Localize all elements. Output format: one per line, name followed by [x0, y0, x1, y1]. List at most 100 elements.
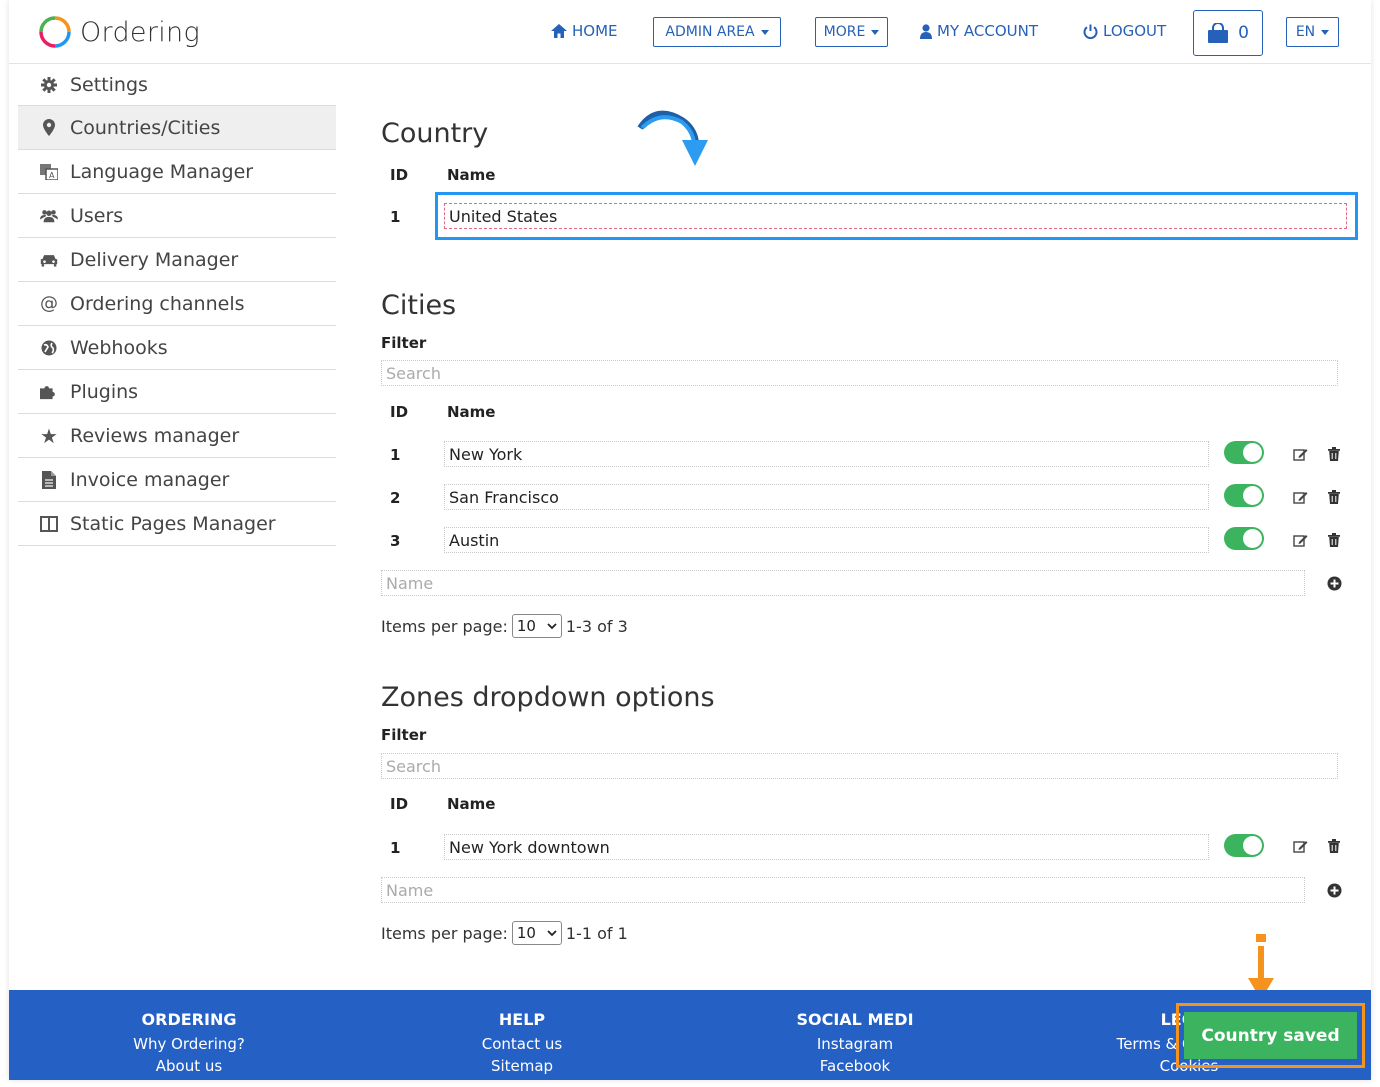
- footer-heading: ORDERING: [141, 1010, 237, 1029]
- sidebar-item-reviews-manager[interactable]: ★ Reviews manager: [18, 414, 336, 458]
- top-navbar: Ordering HOME ADMIN AREA MORE MY ACCOUNT…: [9, 0, 1371, 64]
- edit-icon[interactable]: [1291, 488, 1309, 506]
- city-enabled-toggle[interactable]: [1224, 484, 1264, 507]
- new-zone-name-input[interactable]: Name: [381, 877, 1305, 903]
- trash-icon[interactable]: [1325, 488, 1343, 506]
- nav-more[interactable]: MORE: [815, 17, 888, 47]
- sidebar-item-plugins[interactable]: Plugins: [18, 370, 336, 414]
- city-row-id: 1: [390, 446, 401, 464]
- city-enabled-toggle[interactable]: [1224, 441, 1264, 464]
- cart-count: 0: [1238, 23, 1249, 43]
- country-title: Country: [381, 118, 489, 149]
- sidebar-item-ordering-channels[interactable]: @ Ordering channels: [18, 282, 336, 326]
- sidebar-item-label: Plugins: [70, 380, 139, 403]
- zone-row-id: 1: [390, 839, 401, 857]
- nav-home[interactable]: HOME: [551, 22, 618, 40]
- logo-ring-icon: [39, 16, 71, 48]
- map-marker-icon: [40, 119, 58, 136]
- per-page-select[interactable]: 10: [511, 921, 562, 945]
- add-circle-icon[interactable]: [1325, 881, 1343, 899]
- edit-icon[interactable]: [1291, 445, 1309, 463]
- city-name-input[interactable]: New York: [444, 441, 1209, 467]
- footer-col-help: HELP Contact us Sitemap: [402, 1010, 642, 1077]
- pager-label: Items per page:: [381, 923, 508, 943]
- sidebar-item-language-manager[interactable]: A Language Manager: [18, 150, 336, 194]
- zones-search-input[interactable]: Search: [381, 753, 1338, 779]
- cities-search-input[interactable]: Search: [381, 360, 1338, 386]
- new-city-name-input[interactable]: Name: [381, 570, 1305, 596]
- city-enabled-toggle[interactable]: [1224, 527, 1264, 550]
- car-icon: [40, 252, 58, 268]
- footer-col-social: SOCIAL MEDI Instagram Facebook: [735, 1010, 975, 1077]
- chevron-down-icon: [547, 929, 557, 936]
- sidebar-item-delivery-manager[interactable]: Delivery Manager: [18, 238, 336, 282]
- city-name-input[interactable]: Austin: [444, 527, 1209, 553]
- nav-logout-label: LOGOUT: [1103, 22, 1167, 40]
- city-row-id: 3: [390, 532, 401, 550]
- city-name-input[interactable]: San Francisco: [444, 484, 1209, 510]
- cities-col-id: ID: [390, 403, 409, 421]
- country-col-id: ID: [390, 166, 409, 184]
- footer-link[interactable]: Sitemap: [402, 1055, 642, 1077]
- per-page-select[interactable]: 10: [511, 614, 562, 638]
- trash-icon[interactable]: [1325, 531, 1343, 549]
- logo[interactable]: Ordering: [38, 15, 200, 49]
- sidebar-item-label: Countries/Cities: [70, 116, 221, 139]
- trash-icon[interactable]: [1325, 837, 1343, 855]
- language-label: EN: [1295, 24, 1316, 40]
- sidebar-item-webhooks[interactable]: Webhooks: [18, 326, 336, 370]
- nav-my-account[interactable]: MY ACCOUNT: [920, 22, 1038, 40]
- curved-arrow-icon: [637, 110, 708, 166]
- edit-icon[interactable]: [1291, 531, 1309, 549]
- country-row-id: 1: [390, 208, 401, 226]
- nav-admin-area[interactable]: ADMIN AREA: [653, 17, 781, 47]
- sidebar-item-static-pages-manager[interactable]: Static Pages Manager: [18, 502, 336, 546]
- trash-icon[interactable]: [1325, 445, 1343, 463]
- admin-sidebar: Settings Countries/Cities A Language Man…: [18, 64, 336, 546]
- language-select[interactable]: EN: [1286, 17, 1339, 47]
- footer-link[interactable]: About us: [69, 1055, 309, 1077]
- zone-name-input[interactable]: New York downtown: [444, 834, 1209, 860]
- star-icon: ★: [40, 423, 58, 448]
- per-page-value: 10: [516, 924, 536, 942]
- sidebar-item-label: Delivery Manager: [70, 248, 239, 271]
- footer-heading: HELP: [498, 1010, 546, 1029]
- cities-title: Cities: [381, 290, 457, 321]
- caret-down-icon: [1321, 29, 1330, 35]
- footer: ORDERING Why Ordering? About us HELP Con…: [9, 990, 1371, 1080]
- footer-link[interactable]: Instagram: [735, 1033, 975, 1055]
- zone-enabled-toggle[interactable]: [1224, 834, 1264, 857]
- toast-highlight: Country saved: [1176, 1003, 1365, 1068]
- sidebar-item-label: Static Pages Manager: [70, 512, 276, 535]
- country-name-input[interactable]: United States: [444, 203, 1347, 229]
- svg-text:A: A: [49, 171, 55, 180]
- sidebar-item-invoice-manager[interactable]: Invoice manager: [18, 458, 336, 502]
- sidebar-item-label: Language Manager: [70, 160, 254, 183]
- footer-heading: SOCIAL MEDI: [796, 1010, 914, 1029]
- sidebar-item-users[interactable]: Users: [18, 194, 336, 238]
- cart-button[interactable]: 0: [1193, 10, 1263, 56]
- edit-icon[interactable]: [1291, 837, 1309, 855]
- power-icon: [1083, 24, 1098, 39]
- country-col-name: Name: [447, 166, 496, 184]
- footer-col-ordering: ORDERING Why Ordering? About us: [69, 1010, 309, 1077]
- columns-icon: [40, 515, 58, 532]
- cities-col-name: Name: [447, 403, 496, 421]
- shopping-bag-icon: [1208, 23, 1229, 43]
- gear-icon: [40, 76, 58, 93]
- sidebar-item-label: Ordering channels: [70, 292, 245, 315]
- zones-pager: Items per page: 10 1-1 of 1: [381, 921, 628, 945]
- sidebar-item-label: Invoice manager: [70, 468, 230, 491]
- footer-link[interactable]: Contact us: [402, 1033, 642, 1055]
- app-window: Ordering HOME ADMIN AREA MORE MY ACCOUNT…: [9, 0, 1371, 1080]
- footer-link[interactable]: Facebook: [735, 1055, 975, 1077]
- sidebar-item-settings[interactable]: Settings: [18, 64, 336, 106]
- sidebar-item-countries-cities[interactable]: Countries/Cities: [18, 106, 336, 150]
- add-circle-icon[interactable]: [1325, 574, 1343, 592]
- users-icon: [40, 208, 58, 223]
- home-icon: [551, 24, 567, 38]
- pager-label: Items per page:: [381, 616, 508, 636]
- at-icon: @: [40, 293, 58, 314]
- footer-link[interactable]: Why Ordering?: [69, 1033, 309, 1055]
- nav-logout[interactable]: LOGOUT: [1083, 22, 1166, 40]
